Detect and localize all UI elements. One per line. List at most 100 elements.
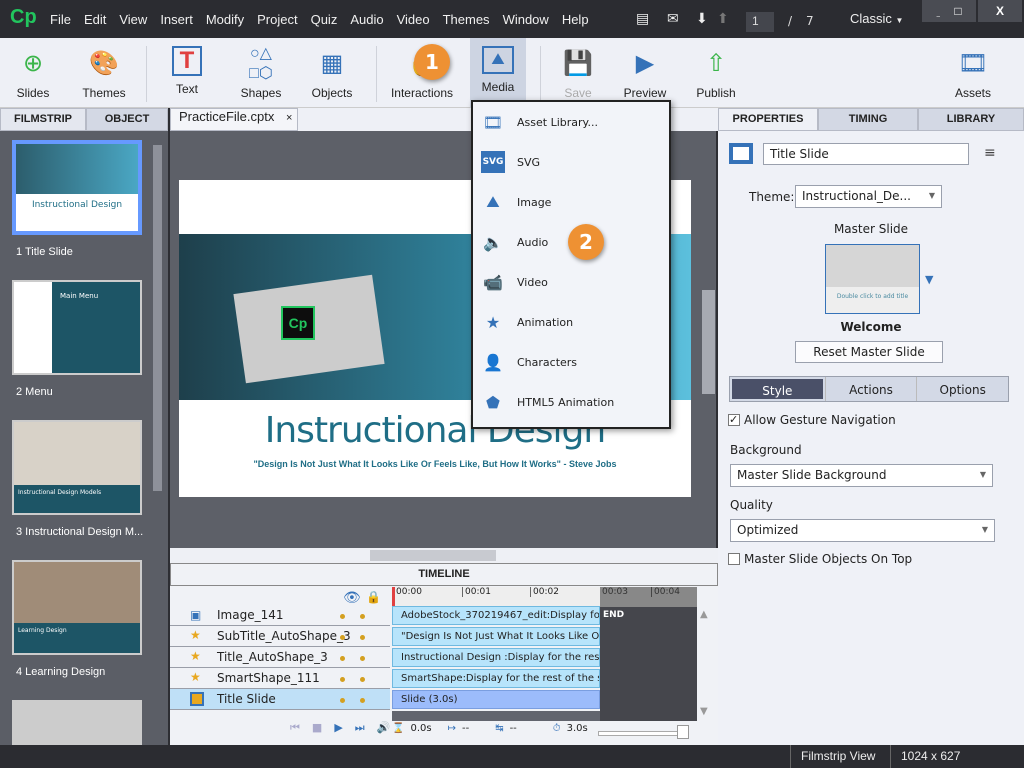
menu-insert[interactable]: Insert (160, 12, 193, 27)
theme-dropdown[interactable]: Instructional_De... ▼ (795, 185, 942, 208)
filmstrip-scrollbar[interactable] (153, 145, 162, 491)
stage-horizontal-scrollbar[interactable] (170, 548, 718, 563)
arrow-up-icon[interactable]: ⬆ (717, 11, 729, 27)
themes-button[interactable]: 🎨 Themes (76, 38, 132, 108)
lock-icon[interactable]: 🔒 (366, 590, 381, 604)
tab-library[interactable]: LIBRARY (918, 108, 1024, 131)
preview-button[interactable]: ▶ Preview (618, 38, 672, 108)
filmstrip-thumb-3[interactable]: Instructional Design Models (12, 420, 142, 515)
close-tab-icon[interactable]: × (286, 112, 292, 124)
timeline-row[interactable]: ★ SubTitle_AutoShape_3 (170, 626, 390, 647)
media-button[interactable]: ⛰ Media (470, 38, 526, 108)
scroll-up-icon[interactable]: ▲ (700, 609, 708, 620)
filmstrip-thumb-2[interactable]: Main Menu (12, 280, 142, 375)
timeline-bar[interactable]: AdobeStock_370219467_edit:Display for th… (392, 606, 600, 625)
rewind-icon[interactable]: ⏮ (290, 721, 300, 735)
background-dropdown[interactable]: Master Slide Background ▼ (730, 464, 993, 487)
lock-dot[interactable] (360, 656, 365, 661)
play-icon[interactable]: ▶ (334, 721, 342, 735)
visibility-dot[interactable] (340, 635, 345, 640)
comment-icon[interactable]: ▤ (636, 11, 649, 27)
quality-dropdown[interactable]: Optimized ▼ (730, 519, 995, 542)
tab-object-state[interactable]: OBJECT STATE (86, 108, 168, 146)
timeline-ruler[interactable] (392, 587, 600, 607)
timeline-row[interactable]: ▣ Image_141 (170, 605, 390, 626)
menu-item-animation[interactable]: ★ Animation (473, 302, 669, 342)
reset-master-slide-button[interactable]: Reset Master Slide (795, 341, 943, 363)
assets-button[interactable]: 🎞 Assets (948, 38, 998, 108)
timeline-bar-slide[interactable]: Slide (3.0s) (392, 690, 600, 709)
slide-name-input[interactable]: Title Slide (763, 143, 969, 165)
objects-button[interactable]: ▦ Objects (306, 38, 358, 108)
lock-dot[interactable] (360, 635, 365, 640)
zoom-slider-handle[interactable] (677, 725, 689, 739)
visibility-dot[interactable] (340, 656, 345, 661)
visibility-dot[interactable] (340, 698, 345, 703)
master-objects-on-top-option[interactable]: Master Slide Objects On Top (728, 552, 912, 566)
audio-icon[interactable]: 🔊 (377, 721, 391, 735)
tab-filmstrip[interactable]: FILMSTRIP (0, 108, 86, 131)
menu-modify[interactable]: Modify (206, 12, 244, 27)
timeline-row[interactable]: ★ SmartShape_111 (170, 668, 390, 689)
workspace-dropdown[interactable]: Classic ▼ (850, 11, 903, 26)
master-objects-checkbox[interactable] (728, 553, 740, 565)
gesture-navigation-option[interactable]: ✓ Allow Gesture Navigation (728, 413, 896, 427)
zoom-slider[interactable] (598, 725, 689, 739)
filmstrip-thumb-4[interactable]: Learning Design (12, 560, 142, 655)
tab-properties[interactable]: PROPERTIES (718, 108, 818, 131)
menu-item-html5-animation[interactable]: ⬟ HTML5 Animation (473, 382, 669, 422)
menu-themes[interactable]: Themes (443, 12, 490, 27)
text-button[interactable]: T Text (162, 38, 212, 108)
master-slide-thumbnail[interactable]: Double click to add title (825, 244, 920, 314)
menu-quiz[interactable]: Quiz (311, 12, 338, 27)
maximize-button[interactable]: □ (940, 0, 976, 22)
menu-item-image[interactable]: ⛰ Image (473, 182, 669, 222)
lock-dot[interactable] (360, 677, 365, 682)
close-button[interactable]: X (978, 0, 1022, 22)
slide-subtitle[interactable]: "Design Is Not Just What It Looks Like O… (179, 459, 691, 469)
mail-icon[interactable]: ✉ (667, 11, 679, 27)
menu-project[interactable]: Project (257, 12, 297, 27)
menu-audio[interactable]: Audio (350, 12, 383, 27)
timeline-bar[interactable]: SmartShape:Display for the rest of the s… (392, 669, 600, 688)
filmstrip-thumb-5[interactable] (12, 700, 142, 745)
menu-file[interactable]: File (50, 12, 71, 27)
timeline-bar[interactable]: Instructional Design :Display for the re… (392, 648, 600, 667)
stop-icon[interactable]: ■ (312, 721, 322, 735)
save-button[interactable]: 💾 Save (556, 38, 600, 108)
publish-button[interactable]: ⇧ Publish (690, 38, 742, 108)
timeline-row-selected[interactable]: Title Slide (170, 689, 390, 710)
menu-edit[interactable]: Edit (84, 12, 106, 27)
current-page-input[interactable]: 1 (746, 12, 774, 32)
tab-practicefile[interactable]: PracticeFile.cptx × (170, 108, 298, 131)
timeline-bar[interactable]: "Design Is Not Just What It Looks Like O… (392, 627, 600, 646)
menu-item-characters[interactable]: 👤 Characters (473, 342, 669, 382)
menu-help[interactable]: Help (562, 12, 589, 27)
subtab-options[interactable]: Options (916, 377, 1008, 401)
shapes-button[interactable]: ○△ □⬡ Shapes (234, 38, 288, 108)
visibility-dot[interactable] (340, 677, 345, 682)
menu-item-video[interactable]: 📹 Video (473, 262, 669, 302)
eye-icon[interactable]: 👁 (343, 590, 361, 606)
menu-video[interactable]: Video (397, 12, 430, 27)
master-slide-dropdown-icon[interactable]: ▼ (925, 273, 933, 286)
tab-timing[interactable]: TIMING (818, 108, 918, 131)
slides-button[interactable]: ⊕ Slides (6, 38, 60, 108)
scroll-down-icon[interactable]: ▼ (700, 706, 708, 717)
stage-vertical-scrollbar[interactable] (702, 290, 715, 394)
skip-end-icon[interactable]: ⏭ (355, 721, 365, 735)
panel-menu-icon[interactable]: ≡ (984, 145, 996, 161)
menu-item-svg[interactable]: SVG SVG (473, 142, 669, 182)
subtab-style[interactable]: Style (732, 379, 823, 399)
menu-view[interactable]: View (119, 12, 147, 27)
lock-dot[interactable] (360, 698, 365, 703)
subtab-actions[interactable]: Actions (824, 377, 917, 401)
filmstrip-thumb-1[interactable]: Instructional Design (12, 140, 142, 235)
menu-window[interactable]: Window (503, 12, 549, 27)
visibility-dot[interactable] (340, 614, 345, 619)
timeline-row[interactable]: ★ Title_AutoShape_3 (170, 647, 390, 668)
lock-dot[interactable] (360, 614, 365, 619)
gesture-checkbox[interactable]: ✓ (728, 414, 740, 426)
arrow-down-icon[interactable]: ⬇ (696, 11, 708, 27)
menu-item-asset-library[interactable]: 🎞 Asset Library... (473, 102, 669, 142)
